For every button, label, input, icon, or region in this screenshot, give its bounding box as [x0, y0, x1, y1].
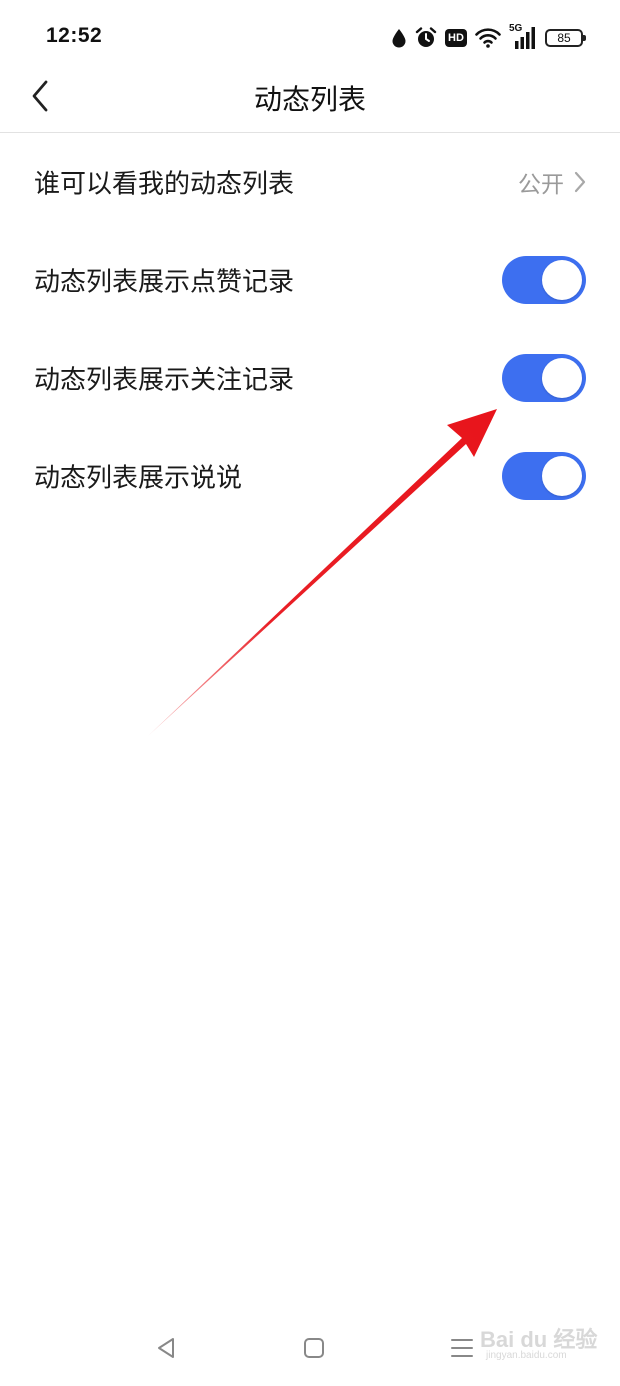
toggle-knob: [542, 456, 582, 496]
alarm-icon: [415, 27, 437, 49]
toggle-knob: [542, 260, 582, 300]
show-posts-row: 动态列表展示说说: [0, 427, 620, 525]
navigation-bar: [0, 1310, 620, 1386]
show-posts-label: 动态列表展示说说: [34, 463, 243, 494]
settings-list: 谁可以看我的动态列表 公开 动态列表展示点赞记录 动态列表展示关注记录 动态列表…: [0, 133, 620, 525]
chevron-right-icon: [574, 171, 586, 193]
signal-icon: 5G: [509, 23, 537, 49]
status-icons: HD 5G 85: [391, 23, 586, 52]
wifi-icon: [475, 28, 501, 48]
toggle-knob: [542, 358, 582, 398]
back-triangle-icon: [158, 1338, 174, 1358]
home-square-icon: [304, 1338, 324, 1358]
status-time: 12:52: [46, 24, 103, 47]
nav-menu-button[interactable]: [442, 1332, 482, 1364]
title-bar: 动态列表: [0, 58, 620, 133]
who-can-see-row[interactable]: 谁可以看我的动态列表 公开: [0, 133, 620, 231]
hd-icon: HD: [445, 29, 467, 47]
show-likes-row: 动态列表展示点赞记录: [0, 231, 620, 329]
show-likes-label: 动态列表展示点赞记录: [34, 267, 295, 298]
nav-home-button[interactable]: [294, 1332, 334, 1364]
who-can-see-value[interactable]: 公开: [518, 165, 586, 199]
show-posts-toggle[interactable]: [502, 452, 586, 500]
menu-lines-icon: [451, 1339, 473, 1357]
show-follows-toggle[interactable]: [502, 354, 586, 402]
battery-icon: 85: [545, 29, 586, 47]
page-title: 动态列表: [253, 83, 366, 116]
nav-back-button[interactable]: [146, 1332, 186, 1364]
visibility-value: 公开: [518, 172, 564, 198]
show-follows-row: 动态列表展示关注记录: [0, 329, 620, 427]
who-can-see-label: 谁可以看我的动态列表: [34, 169, 295, 200]
show-likes-toggle[interactable]: [502, 256, 586, 304]
water-drop-icon: [391, 28, 407, 48]
show-follows-label: 动态列表展示关注记录: [34, 365, 295, 396]
